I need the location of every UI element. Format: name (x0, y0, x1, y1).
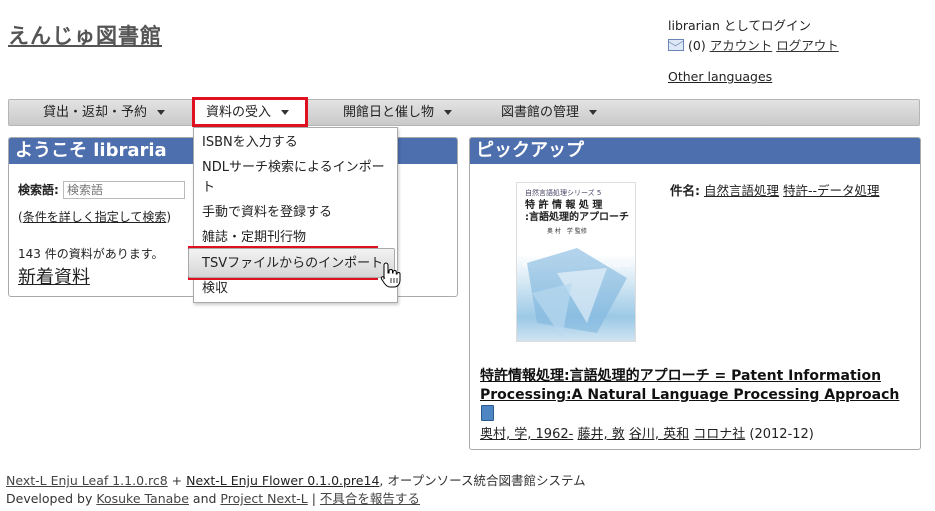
footer-flower-link[interactable]: Next-L Enju Flower 0.1.0.pre14 (186, 473, 379, 488)
footer-line2: Developed by Kosuke Tanabe and Project N… (6, 488, 420, 507)
main-nav: 貸出・返却・予約 資料の受入 開館日と催し物 図書館の管理 (8, 97, 920, 127)
nav-events-label: 開館日と催し物 (343, 105, 435, 120)
nav-circulation[interactable]: 貸出・返却・予約 (43, 100, 166, 126)
menu-item-manual-register[interactable]: 手動で資料を登録する (202, 203, 332, 222)
author-link[interactable]: 谷川, 英和 (629, 427, 689, 442)
subject-label: 件名: (670, 183, 700, 198)
book-title-line2: Processing:A Natural Language Processing… (480, 387, 900, 403)
pickup-title: ピックアップ (470, 138, 920, 164)
footer-description: , オープンソース統合図書館システム (379, 473, 586, 488)
cover-author: 奥 村 学 監修 (547, 228, 587, 235)
nav-circulation-label: 貸出・返却・予約 (43, 105, 148, 120)
footer-line1: Next-L Enju Leaf 1.1.0.rc8 + Next-L Enju… (6, 470, 586, 489)
advanced-search-row: (条件を詳しく指定して検索) (18, 208, 171, 225)
author-row: 奥村, 学, 1962- 藤井, 敦 谷川, 英和 コロナ社 (2012-12) (480, 423, 814, 442)
chevron-down-icon (589, 110, 598, 115)
nav-acquisition-label: 資料の受入 (206, 105, 272, 120)
footer-plus: + (167, 473, 187, 488)
advanced-search-link[interactable]: 条件を詳しく指定して検索 (23, 210, 167, 224)
book-title-link[interactable]: 特許情報処理:言語処理的アプローチ = Patent Information P… (480, 367, 899, 405)
mail-icon[interactable] (668, 39, 684, 51)
new-items-link[interactable]: 新着資料 (18, 263, 90, 289)
other-languages-link[interactable]: Other languages (668, 69, 772, 84)
user-box: librarian としてログイン (0) アカウント ログアウト (668, 16, 839, 56)
menu-item-isbn[interactable]: ISBNを入力する (202, 133, 298, 152)
footer-kosuke-link[interactable]: Kosuke Tanabe (96, 491, 189, 506)
book-icon (481, 405, 494, 421)
acquisition-dropdown-menu: ISBNを入力する NDLサーチ検索によるインポー ト 手動で資料を登録する 雑… (188, 127, 398, 303)
subject-link[interactable]: 自然言語処理 (704, 183, 779, 198)
cover-series: 自然言語処理シリーズ 5 (525, 189, 602, 197)
nav-acquisition[interactable]: 資料の受入 (206, 100, 290, 126)
author-link[interactable]: 藤井, 敦 (577, 427, 624, 442)
chevron-down-icon (281, 110, 290, 115)
message-count: (0) (688, 38, 706, 53)
menu-item-periodicals[interactable]: 雑誌・定期刊行物 (202, 228, 306, 247)
menu-item-inspection[interactable]: 検収 (202, 279, 228, 298)
author-link[interactable]: 奥村, 学, 1962- (480, 427, 573, 442)
hand-cursor-icon (380, 262, 401, 288)
account-link[interactable]: アカウント (710, 38, 773, 53)
menu-item-ndl-import-wrap[interactable]: ト (202, 178, 215, 197)
footer-and: and (188, 491, 221, 506)
footer-developed-by: Developed by (6, 491, 97, 506)
footer-project-link[interactable]: Project Next-L (220, 491, 307, 506)
menu-item-ndl-import[interactable]: NDLサーチ検索によるインポー (202, 158, 385, 177)
footer-separator: | (307, 491, 320, 506)
footer-report-link[interactable]: 不具合を報告する (320, 491, 420, 506)
subject-link[interactable]: 特許--データ処理 (783, 183, 880, 198)
nav-library-admin-label: 図書館の管理 (501, 105, 580, 120)
item-count: 143 件の資料があります。 (18, 247, 164, 261)
logout-link[interactable]: ログアウト (776, 38, 839, 53)
search-label: 検索語: (18, 183, 59, 197)
cover-pattern-graphic (527, 248, 627, 338)
book-title-line1: 特許情報処理:言語処理的アプローチ = Patent Information (480, 368, 882, 384)
publication-year: (2012-12) (749, 427, 814, 442)
subject-row: 件名: 自然言語処理 特許--データ処理 (670, 180, 880, 199)
publisher-link[interactable]: コロナ社 (693, 427, 745, 442)
nav-library-admin[interactable]: 図書館の管理 (501, 100, 598, 126)
book-cover-image[interactable]: 自然言語処理シリーズ 5 特 許 情 報 処 理 :言語処理的アプローチ 奥 村… (516, 182, 636, 342)
search-input[interactable] (62, 181, 185, 199)
paren-close: ) (166, 210, 172, 224)
chevron-down-icon (444, 110, 453, 115)
chevron-down-icon (157, 110, 166, 115)
site-title-link[interactable]: えんじゅ図書館 (8, 20, 162, 50)
nav-events[interactable]: 開館日と催し物 (343, 100, 453, 126)
cover-title: 特 許 情 報 処 理 :言語処理的アプローチ (525, 200, 629, 223)
footer-leaf-link[interactable]: Next-L Enju Leaf 1.1.0.rc8 (6, 473, 168, 488)
login-status: librarian としてログイン (668, 18, 811, 33)
menu-item-tsv-import[interactable]: TSVファイルからのインポート (202, 254, 383, 273)
